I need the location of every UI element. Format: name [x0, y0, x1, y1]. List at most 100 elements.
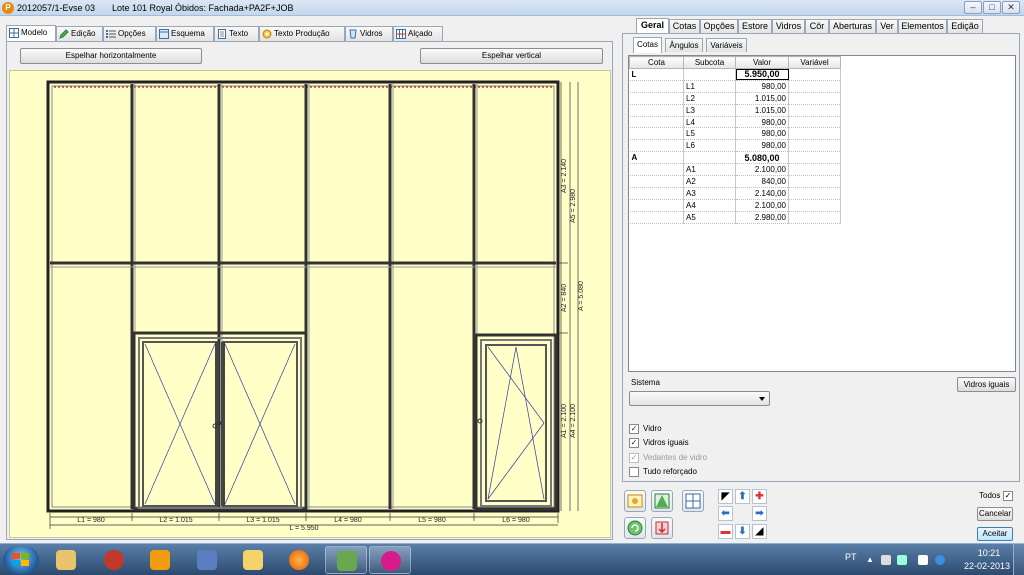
cell-subcota[interactable]: L2	[683, 92, 736, 105]
taskbar-app-explorer[interactable]	[45, 546, 87, 574]
cell-valor[interactable]: 840,00	[735, 175, 789, 188]
cell-variavel[interactable]	[788, 116, 841, 129]
vidro-checkbox[interactable]: ✓ Vidro	[629, 423, 662, 435]
cotas-grid[interactable]: Cota Subcota Valor Variável L 5.950,00 L1 9…	[628, 55, 1016, 372]
accept-button[interactable]: Aceitar	[977, 527, 1013, 541]
cell-valor[interactable]: 980,00	[735, 80, 789, 93]
tab-texto[interactable]: Texto	[214, 26, 259, 41]
cell-cota[interactable]	[629, 116, 684, 129]
tab-cotas[interactable]: Cotas	[669, 19, 700, 33]
taskbar-app-firefox[interactable]	[278, 546, 320, 574]
add-button[interactable]: ✚	[752, 489, 767, 504]
cell-variavel[interactable]	[788, 163, 841, 177]
tab-opcoes-right[interactable]: Opções	[700, 19, 738, 33]
cell-cota[interactable]	[629, 175, 684, 188]
table-row[interactable]: L2 1.015,00	[629, 92, 841, 105]
open-tool-button[interactable]	[682, 490, 704, 512]
cell-variavel[interactable]	[788, 92, 841, 105]
cell-subcota[interactable]: L3	[683, 104, 736, 117]
cancel-button[interactable]: Cancelar	[977, 507, 1013, 521]
tab-opcoes[interactable]: Opções	[103, 26, 156, 41]
cell-cota[interactable]	[629, 92, 684, 105]
cell-subcota[interactable]: A2	[683, 175, 736, 188]
table-row[interactable]: L3 1.015,00	[629, 104, 841, 117]
cell-subcota[interactable]: A5	[683, 211, 736, 224]
arrow-up-button[interactable]: ⬆	[735, 489, 750, 504]
tray-network-icon[interactable]	[897, 555, 907, 565]
cell-subcota[interactable]: L1	[683, 80, 736, 93]
cell-valor[interactable]: 1.015,00	[735, 104, 789, 117]
cell-cota[interactable]	[629, 104, 684, 117]
arrow-bottomright-button[interactable]: ◢	[752, 524, 767, 539]
cell-variavel[interactable]	[788, 68, 841, 81]
cell-subcota[interactable]	[683, 68, 736, 81]
taskbar-app-mail[interactable]	[232, 546, 274, 574]
recycle-tool-button[interactable]	[624, 517, 646, 539]
table-row[interactable]: L4 980,00	[629, 116, 841, 129]
taskbar-app-media[interactable]	[139, 546, 181, 574]
taskbar-app-users[interactable]	[325, 546, 367, 574]
tab-geral[interactable]: Geral	[636, 18, 669, 34]
tab-aberturas[interactable]: Aberturas	[829, 19, 876, 33]
table-row[interactable]: A5 2.980,00	[629, 211, 841, 224]
cell-cota[interactable]	[629, 80, 684, 93]
table-row[interactable]: A4 2.100,00	[629, 199, 841, 212]
table-row[interactable]: A 5.080,00	[629, 151, 841, 165]
clock-date[interactable]: 22-02-2013	[962, 561, 1012, 571]
column-header-cota[interactable]: Cota	[629, 56, 684, 69]
cell-variavel[interactable]	[788, 199, 841, 212]
tab-ver[interactable]: Ver	[876, 19, 898, 33]
cell-cota[interactable]	[629, 163, 684, 177]
cell-valor[interactable]: 5.080,00	[735, 151, 789, 165]
database-tool-button[interactable]	[651, 517, 673, 539]
column-header-variavel[interactable]: Variável	[788, 56, 841, 69]
cell-subcota[interactable]: A4	[683, 199, 736, 212]
cell-cota[interactable]: L	[629, 68, 684, 81]
tab-modelo[interactable]: Modelo	[6, 25, 56, 42]
subtab-cotas[interactable]: Cotas	[633, 37, 662, 53]
tab-alcado[interactable]: Alçado	[393, 26, 443, 41]
tab-edicao[interactable]: Edição	[56, 26, 103, 41]
taskbar-app-tools[interactable]	[186, 546, 228, 574]
todos-checkbox[interactable]: ✓	[1003, 491, 1013, 501]
cell-subcota[interactable]: A3	[683, 187, 736, 200]
subtab-angulos[interactable]: Ângulos	[665, 38, 703, 52]
tab-esquema[interactable]: Esquema	[156, 26, 214, 41]
language-indicator[interactable]: PT	[845, 552, 857, 562]
table-row[interactable]: L6 980,00	[629, 139, 841, 153]
table-row[interactable]: A2 840,00	[629, 175, 841, 188]
table-row[interactable]: L 5.950,00	[629, 68, 841, 81]
tudo-reforcado-checkbox[interactable]: Tudo reforçado	[629, 466, 697, 478]
cell-valor[interactable]: 2.100,00	[735, 163, 789, 177]
tab-estore[interactable]: Estore	[738, 19, 772, 33]
cell-valor[interactable]: 980,00	[735, 116, 789, 129]
mirror-vertical-button[interactable]: Espelhar vertical	[420, 48, 603, 64]
cell-variavel[interactable]	[788, 80, 841, 93]
cell-variavel[interactable]	[788, 175, 841, 188]
cell-cota[interactable]	[629, 211, 684, 224]
maximize-button[interactable]: □	[983, 1, 1001, 14]
tab-cor[interactable]: Côr	[805, 19, 829, 33]
remove-button[interactable]: ▬	[718, 524, 733, 539]
taskbar-app-network[interactable]	[93, 546, 135, 574]
column-header-subcota[interactable]: Subcota	[683, 56, 736, 69]
tray-volume-icon[interactable]	[918, 555, 928, 565]
taskbar-app-software[interactable]	[369, 546, 411, 574]
tab-texto-producao[interactable]: Texto Produção	[259, 26, 345, 41]
cell-valor[interactable]: 980,00	[735, 127, 789, 141]
table-row[interactable]: A3 2.140,00	[629, 187, 841, 200]
cell-cota[interactable]	[629, 187, 684, 200]
cell-subcota[interactable]: A1	[683, 163, 736, 177]
facade-drawing-canvas[interactable]: L1 = 980 L2 = 1.015 L3 = 1.015 L4 = 980 …	[9, 70, 611, 538]
cell-variavel[interactable]	[788, 211, 841, 224]
cell-cota[interactable]	[629, 139, 684, 153]
show-desktop-button[interactable]	[1013, 543, 1024, 575]
tab-vidros[interactable]: Vidros	[345, 26, 393, 41]
cell-subcota[interactable]: L5	[683, 127, 736, 141]
cell-valor[interactable]: 980,00	[735, 139, 789, 153]
cell-variavel[interactable]	[788, 139, 841, 153]
properties-tool-button[interactable]	[624, 490, 646, 512]
cell-subcota[interactable]: L4	[683, 116, 736, 129]
column-header-valor[interactable]: Valor	[735, 56, 789, 69]
vidros-iguais-button[interactable]: Vidros iguais	[957, 377, 1016, 392]
